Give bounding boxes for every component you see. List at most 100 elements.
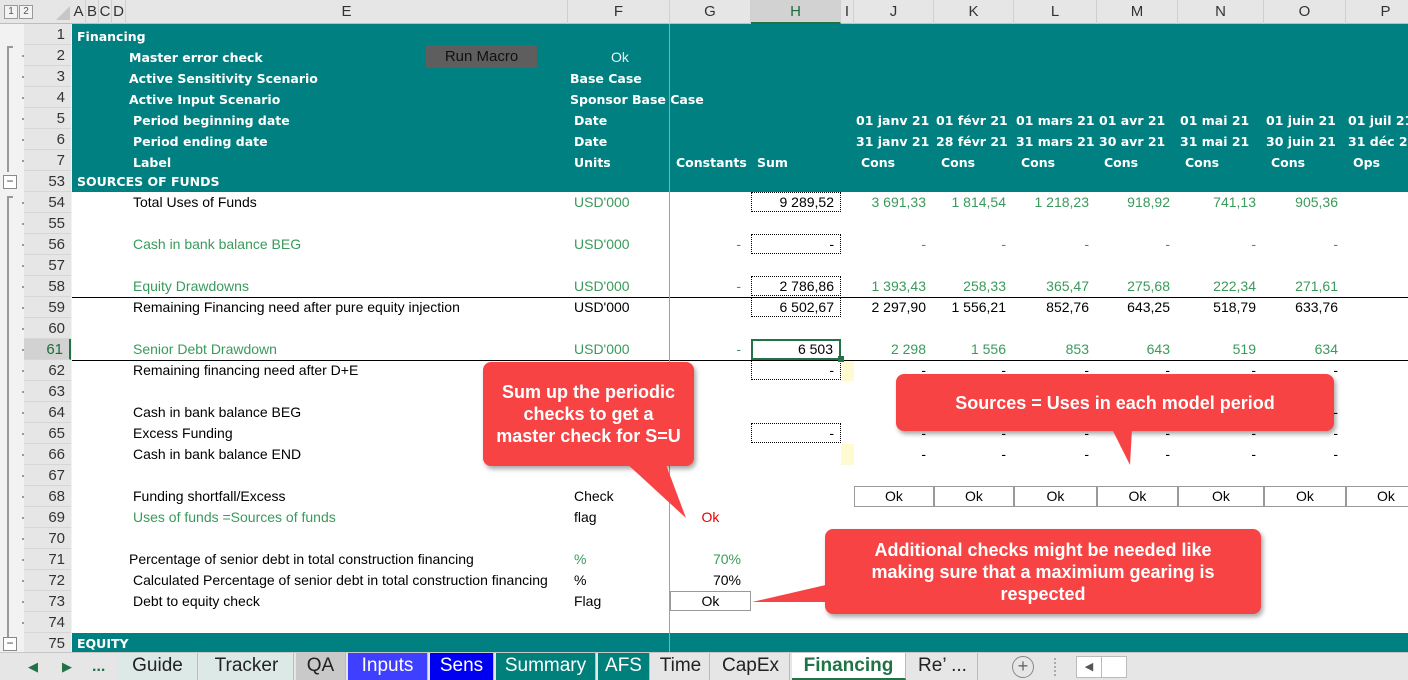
period-value-cell[interactable]: - xyxy=(854,444,926,465)
period-value-cell[interactable]: 918,92 xyxy=(1097,192,1170,213)
period-check-cell[interactable]: Ok xyxy=(1178,486,1264,507)
row-constant[interactable]: Ok xyxy=(670,591,751,611)
period-value-cell[interactable]: 222,34 xyxy=(1178,276,1256,297)
sheet-tab-tracker[interactable]: Tracker xyxy=(200,653,294,680)
period-value-cell[interactable]: - xyxy=(1178,444,1256,465)
period-value-cell[interactable]: 271,61 xyxy=(1264,276,1338,297)
row-sum[interactable]: - xyxy=(751,234,841,254)
collapse-group-button[interactable]: − xyxy=(3,175,17,189)
row-header-54[interactable]: 54 xyxy=(24,192,71,213)
row-unit[interactable]: % xyxy=(574,570,670,591)
period-check-cell[interactable]: Ok xyxy=(854,486,934,507)
column-header-c[interactable]: C xyxy=(99,0,112,24)
row-header-62[interactable]: 62 xyxy=(24,360,71,381)
column-header-l[interactable]: L xyxy=(1014,0,1097,24)
sheet-tab-time[interactable]: Time xyxy=(652,653,710,680)
row-label[interactable]: Total Uses of Funds xyxy=(133,192,573,213)
period-value-cell[interactable]: 643,25 xyxy=(1097,297,1170,318)
period-value-cell[interactable]: 1 556,21 xyxy=(934,297,1007,318)
row-header-4[interactable]: 4 xyxy=(24,87,71,108)
row-constant[interactable]: - xyxy=(670,276,741,297)
select-all-button[interactable] xyxy=(56,6,70,20)
period-check-cell[interactable]: Ok xyxy=(1346,486,1408,507)
row-unit[interactable]: USD'000 xyxy=(574,339,670,360)
row-sum[interactable]: - xyxy=(751,423,841,443)
row-header-5[interactable]: 5 xyxy=(24,108,71,129)
row-header-73[interactable]: 73 xyxy=(24,591,71,612)
row-unit[interactable]: USD'000 xyxy=(574,297,670,318)
row-header-53[interactable]: 53 xyxy=(24,171,71,192)
row-constant[interactable]: - xyxy=(670,234,741,255)
row-header-55[interactable]: 55 xyxy=(24,213,71,234)
row-header-58[interactable]: 58 xyxy=(24,276,71,297)
row-label[interactable]: Debt to equity check xyxy=(133,591,573,612)
period-value-cell[interactable]: 518,79 xyxy=(1178,297,1256,318)
row-constant[interactable]: - xyxy=(670,339,741,360)
collapse-group-button[interactable]: − xyxy=(3,637,17,651)
period-value-cell[interactable]: - xyxy=(934,234,1006,255)
period-check-cell[interactable]: Ok xyxy=(1264,486,1346,507)
sheet-tab-summary[interactable]: Summary xyxy=(496,653,596,680)
row-sum[interactable]: 2 786,86 xyxy=(751,276,841,296)
period-value-cell[interactable]: 741,13 xyxy=(1178,192,1256,213)
period-value-cell[interactable]: 852,76 xyxy=(1014,297,1089,318)
row-header-63[interactable]: 63 xyxy=(24,381,71,402)
hscroll-left-button[interactable]: ◀ xyxy=(1076,656,1102,678)
period-value-cell[interactable]: - xyxy=(1264,444,1338,465)
row-sum[interactable]: 6 502,67 xyxy=(751,297,841,317)
column-header-d[interactable]: D xyxy=(112,0,126,24)
column-header-a[interactable]: A xyxy=(72,0,86,24)
row-constant[interactable]: 70% xyxy=(670,570,741,591)
row-label[interactable]: Equity Drawdowns xyxy=(133,276,573,297)
period-value-cell[interactable]: - xyxy=(1014,234,1089,255)
row-label[interactable]: Uses of funds =Sources of funds xyxy=(133,507,573,528)
period-check-cell[interactable]: Ok xyxy=(1097,486,1178,507)
row-label[interactable]: Percentage of senior debt in total const… xyxy=(129,549,569,570)
period-value-cell[interactable]: 2 297,90 xyxy=(854,297,927,318)
period-value-cell[interactable]: 1 556 xyxy=(934,339,1006,360)
period-value-cell[interactable]: - xyxy=(1014,444,1089,465)
tab-splitter[interactable] xyxy=(1054,658,1056,676)
period-value-cell[interactable]: 633,76 xyxy=(1264,297,1338,318)
row-sum[interactable]: 9 289,52 xyxy=(751,192,841,212)
row-header-61[interactable]: 61 xyxy=(24,339,71,360)
period-value-cell[interactable]: 365,47 xyxy=(1014,276,1089,297)
row-label[interactable]: Calculated Percentage of senior debt in … xyxy=(133,570,573,591)
tab-scroll-left-button[interactable]: ◀ xyxy=(28,653,38,680)
column-header-g[interactable]: G xyxy=(670,0,751,24)
run-macro-button[interactable]: Run Macro xyxy=(426,45,537,68)
column-header-n[interactable]: N xyxy=(1178,0,1264,24)
period-value-cell[interactable]: 2 298 xyxy=(854,339,926,360)
row-header-75[interactable]: 75 xyxy=(24,633,71,654)
row-label[interactable]: Cash in bank balance BEG xyxy=(133,234,573,255)
row-header-70[interactable]: 70 xyxy=(24,528,71,549)
period-value-cell[interactable]: 519 xyxy=(1178,339,1256,360)
row-header-57[interactable]: 57 xyxy=(24,255,71,276)
row-label[interactable]: Remaining Financing need after pure equi… xyxy=(133,297,573,318)
row-header-64[interactable]: 64 xyxy=(24,402,71,423)
row-unit[interactable]: USD'000 xyxy=(574,192,670,213)
column-header-j[interactable]: J xyxy=(854,0,934,24)
period-value-cell[interactable]: 1 393,43 xyxy=(854,276,927,297)
row-header-71[interactable]: 71 xyxy=(24,549,71,570)
period-value-cell[interactable]: - xyxy=(1097,234,1170,255)
add-sheet-button[interactable]: + xyxy=(1012,656,1034,678)
period-value-cell[interactable]: - xyxy=(1264,234,1338,255)
fill-handle[interactable] xyxy=(838,356,844,362)
row-header-56[interactable]: 56 xyxy=(24,234,71,255)
sheet-tab-inputs[interactable]: Inputs xyxy=(348,653,428,680)
period-check-cell[interactable]: Ok xyxy=(934,486,1014,507)
row-header-59[interactable]: 59 xyxy=(24,297,71,318)
sheet-tab-guide[interactable]: Guide xyxy=(118,653,198,680)
row-header-68[interactable]: 68 xyxy=(24,486,71,507)
period-value-cell[interactable]: 258,33 xyxy=(934,276,1006,297)
period-value-cell[interactable]: 643 xyxy=(1097,339,1170,360)
period-value-cell[interactable]: 905,36 xyxy=(1264,192,1338,213)
sheet-tab-afs[interactable]: AFS xyxy=(598,653,650,680)
outline-level-1-button[interactable]: 1 xyxy=(4,5,18,19)
row-header-69[interactable]: 69 xyxy=(24,507,71,528)
row-header-67[interactable]: 67 xyxy=(24,465,71,486)
more-tabs-button[interactable]: ... xyxy=(92,653,105,680)
column-header-o[interactable]: O xyxy=(1264,0,1346,24)
column-header-i[interactable]: I xyxy=(841,0,854,24)
